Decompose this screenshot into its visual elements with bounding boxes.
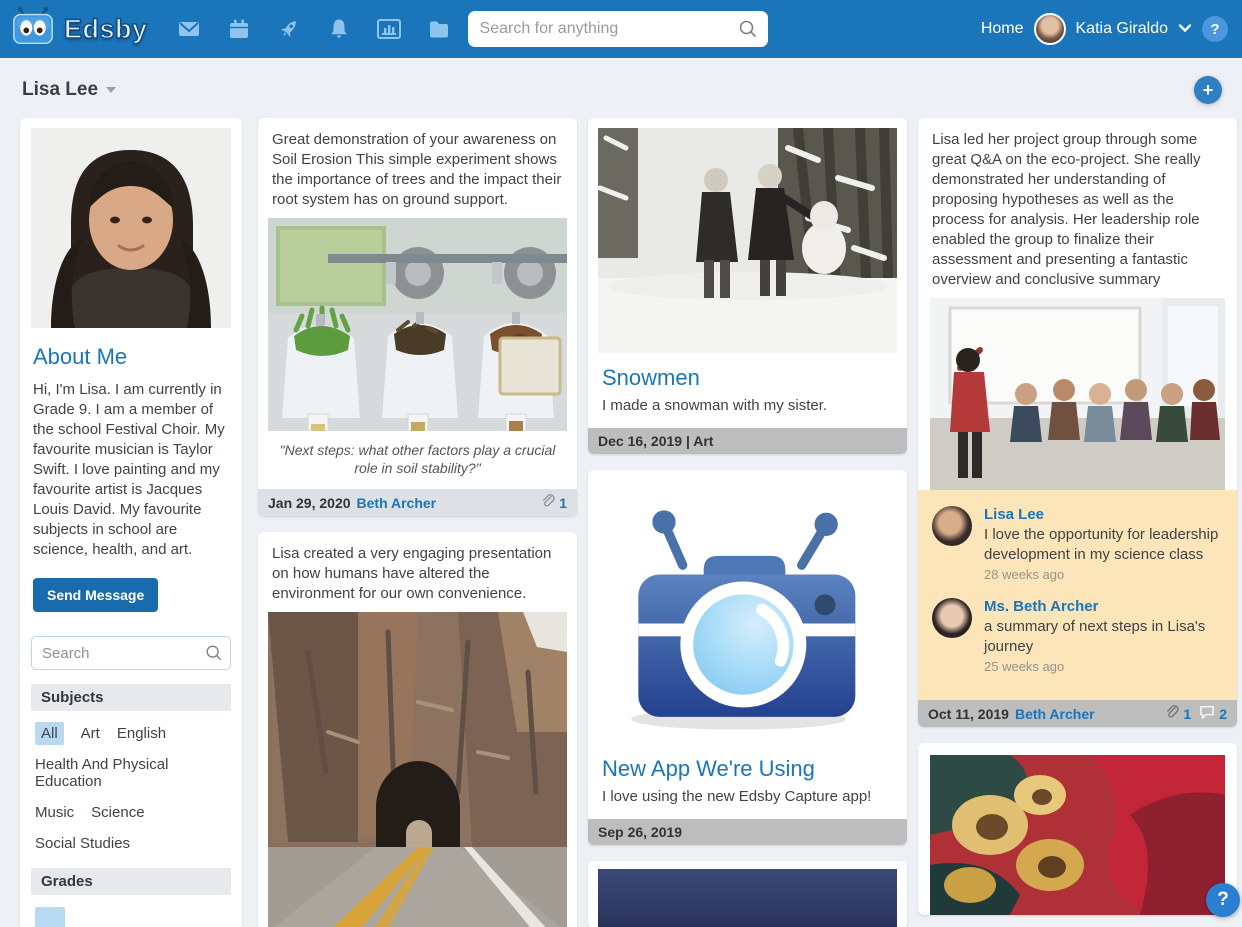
post-body: I made a snowman with my sister. xyxy=(588,395,907,428)
edsby-logo[interactable]: Edsby xyxy=(10,6,148,53)
attachment-count: 1 xyxy=(559,495,567,511)
post-footer: Dec 16, 2019 | Art xyxy=(588,428,907,454)
post-text: Lisa led her project group through some … xyxy=(918,118,1237,298)
commenter-avatar[interactable] xyxy=(932,598,972,638)
post-partial-bottom[interactable] xyxy=(588,861,907,927)
post-text: Great demonstration of your awareness on… xyxy=(258,118,577,218)
content-area: About Me Hi, I'm Lisa. I am currently in… xyxy=(0,118,1242,927)
page-header: Lisa Lee + xyxy=(0,58,1242,118)
post-text: Lisa created a very engaging presentatio… xyxy=(258,532,577,612)
post-title[interactable]: New App We're Using xyxy=(588,744,907,786)
subject-filter-art[interactable]: Art xyxy=(81,725,100,742)
grade-filter-chip[interactable] xyxy=(35,907,65,927)
top-navbar: Edsby xyxy=(0,0,1242,58)
teacher-quote: "Next steps: what other factors play a c… xyxy=(258,431,577,489)
portfolio-search-input[interactable] xyxy=(31,636,231,670)
chevron-down-icon[interactable] xyxy=(1178,20,1192,38)
send-message-button[interactable]: Send Message xyxy=(33,578,158,612)
comment-text: a summary of next steps in Lisa's journe… xyxy=(984,617,1223,657)
comment-bubble-icon xyxy=(1199,705,1215,722)
subject-filter-health[interactable]: Health And Physical Education xyxy=(35,756,227,790)
user-avatar[interactable] xyxy=(1034,13,1066,45)
sunflower-painting-photo xyxy=(930,755,1225,915)
edsby-capture-camera-illustration xyxy=(608,488,888,738)
post-footer: Jan 29, 2020 Beth Archer 1 xyxy=(258,489,577,516)
subject-filter-english[interactable]: English xyxy=(117,725,166,742)
paperclip-icon xyxy=(541,494,555,511)
post-date: Jan 29, 2020 xyxy=(268,495,351,511)
commenter-name-link[interactable]: Lisa Lee xyxy=(984,506,1223,523)
comment-section: Lisa Lee I love the opportunity for lead… xyxy=(918,490,1237,700)
folder-icon[interactable] xyxy=(426,16,452,42)
commenter-name-link[interactable]: Ms. Beth Archer xyxy=(984,598,1223,615)
comment-text: I love the opportunity for leadership de… xyxy=(984,525,1223,565)
post-date-subject: Dec 16, 2019 | Art xyxy=(598,433,713,449)
post-footer: Oct 11, 2019 Beth Archer 1 2 xyxy=(918,700,1237,727)
post-snowmen[interactable]: Snowmen I made a snowman with my sister.… xyxy=(588,118,907,454)
snowmen-photo xyxy=(598,128,897,353)
post-footer: Sep 26, 2019 xyxy=(588,819,907,845)
attachment-count: 1 xyxy=(1183,706,1191,722)
subjects-header: Subjects xyxy=(31,684,231,711)
help-icon[interactable]: ? xyxy=(1202,16,1228,42)
post-date: Oct 11, 2019 xyxy=(928,706,1009,722)
grades-header: Grades xyxy=(31,868,231,895)
night-sky-photo xyxy=(598,869,897,927)
post-project-group[interactable]: Lisa led her project group through some … xyxy=(918,118,1237,727)
profile-card: About Me Hi, I'm Lisa. I am currently in… xyxy=(20,118,242,927)
mail-icon[interactable] xyxy=(176,16,202,42)
chart-icon[interactable] xyxy=(376,16,402,42)
comment-count: 2 xyxy=(1219,706,1227,722)
post-painting[interactable] xyxy=(918,743,1237,915)
subject-filter-list: All Art English Health And Physical Educ… xyxy=(31,723,231,868)
title-caret-icon[interactable] xyxy=(106,87,116,93)
post-new-app[interactable]: New App We're Using I love using the new… xyxy=(588,470,907,845)
comment-item: Lisa Lee I love the opportunity for lead… xyxy=(932,506,1223,582)
post-author-link[interactable]: Beth Archer xyxy=(1015,706,1095,722)
comment-timestamp: 25 weeks ago xyxy=(984,659,1223,674)
student-portrait-photo xyxy=(31,128,231,328)
page: Edsby xyxy=(0,0,1242,927)
global-search xyxy=(468,11,768,47)
user-name[interactable]: Katia Giraldo xyxy=(1076,20,1169,38)
post-column-1: Great demonstration of your awareness on… xyxy=(258,118,577,927)
post-body: I love using the new Edsby Capture app! xyxy=(588,786,907,819)
post-column-3: Lisa led her project group through some … xyxy=(918,118,1237,915)
add-post-button[interactable]: + xyxy=(1194,76,1222,104)
commenter-avatar[interactable] xyxy=(932,506,972,546)
post-soil-erosion[interactable]: Great demonstration of your awareness on… xyxy=(258,118,577,516)
paperclip-icon xyxy=(1165,705,1179,722)
tunnel-road-photo xyxy=(268,612,567,927)
classroom-photo xyxy=(930,298,1225,490)
portfolio-search xyxy=(31,636,231,670)
navbar-icon-group xyxy=(176,16,452,42)
rocket-icon[interactable] xyxy=(276,16,302,42)
edsby-wordmark: Edsby xyxy=(64,14,148,45)
subject-filter-social-studies[interactable]: Social Studies xyxy=(35,835,130,852)
comment-timestamp: 28 weeks ago xyxy=(984,567,1223,582)
post-column-2: Snowmen I made a snowman with my sister.… xyxy=(588,118,907,927)
comment-item: Ms. Beth Archer a summary of next steps … xyxy=(932,598,1223,674)
subject-filter-music[interactable]: Music xyxy=(35,804,74,821)
home-link[interactable]: Home xyxy=(981,20,1024,38)
search-icon[interactable] xyxy=(737,18,759,45)
calendar-icon[interactable] xyxy=(226,16,252,42)
about-me-title: About Me xyxy=(33,344,229,370)
bell-icon[interactable] xyxy=(326,16,352,42)
post-date: Sep 26, 2019 xyxy=(598,824,682,840)
subject-filter-science[interactable]: Science xyxy=(91,804,144,821)
profile-sidebar: About Me Hi, I'm Lisa. I am currently in… xyxy=(20,118,242,927)
page-title: Lisa Lee xyxy=(22,79,98,101)
floating-help-icon[interactable]: ? xyxy=(1206,883,1240,917)
post-author-link[interactable]: Beth Archer xyxy=(357,495,437,511)
post-environment-presentation[interactable]: Lisa created a very engaging presentatio… xyxy=(258,532,577,927)
global-search-input[interactable] xyxy=(468,11,768,47)
search-icon[interactable] xyxy=(204,643,224,668)
subject-filter-all[interactable]: All xyxy=(35,722,64,745)
soil-experiment-photo xyxy=(268,218,567,431)
edsby-robot-icon xyxy=(10,6,56,53)
post-title[interactable]: Snowmen xyxy=(588,353,907,395)
navbar-right-group: Home Katia Giraldo ? xyxy=(981,13,1228,45)
about-me-bio: Hi, I'm Lisa. I am currently in Grade 9.… xyxy=(33,380,229,560)
